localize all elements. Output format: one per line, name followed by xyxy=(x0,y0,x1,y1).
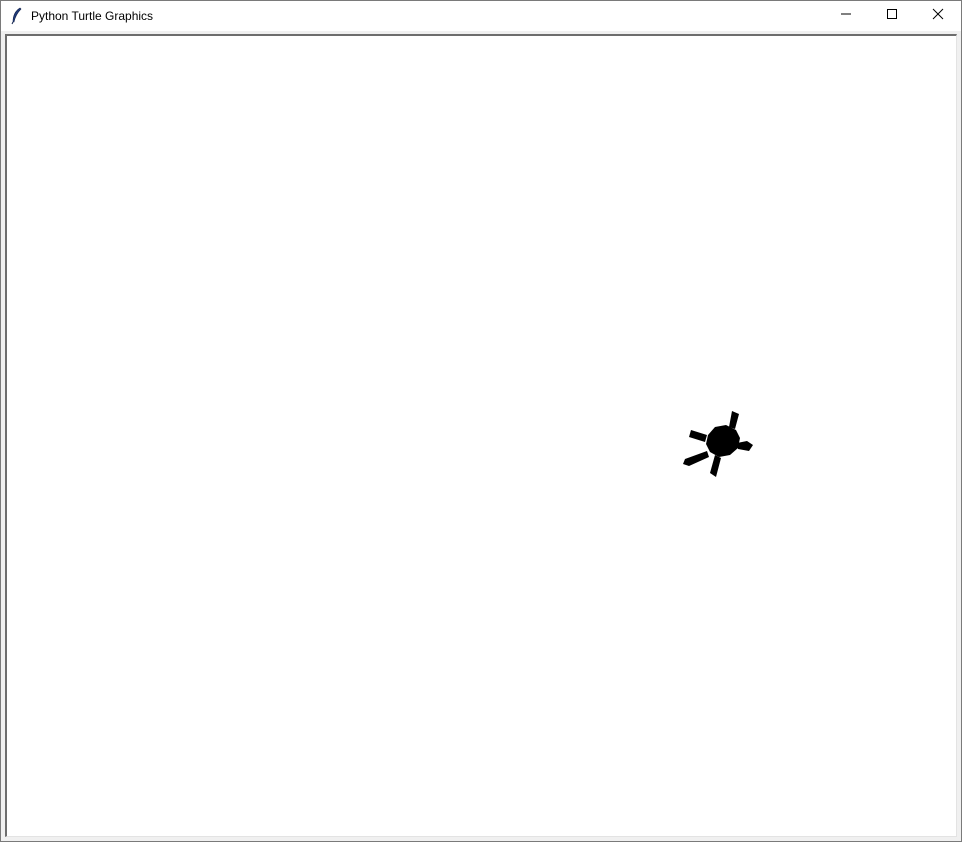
maximize-button[interactable] xyxy=(869,1,915,31)
minimize-button[interactable] xyxy=(823,1,869,31)
close-button[interactable] xyxy=(915,1,961,31)
feather-icon xyxy=(9,7,25,25)
turtle-icon xyxy=(683,411,753,477)
maximize-icon xyxy=(886,7,898,25)
turtle-canvas[interactable] xyxy=(5,34,957,837)
turtle-window: Python Turtle Graphics xyxy=(0,0,962,842)
turtle-shape xyxy=(683,411,753,477)
close-icon xyxy=(932,7,944,25)
title-bar[interactable]: Python Turtle Graphics xyxy=(1,1,961,31)
window-title: Python Turtle Graphics xyxy=(31,9,154,23)
minimize-icon xyxy=(840,7,852,25)
